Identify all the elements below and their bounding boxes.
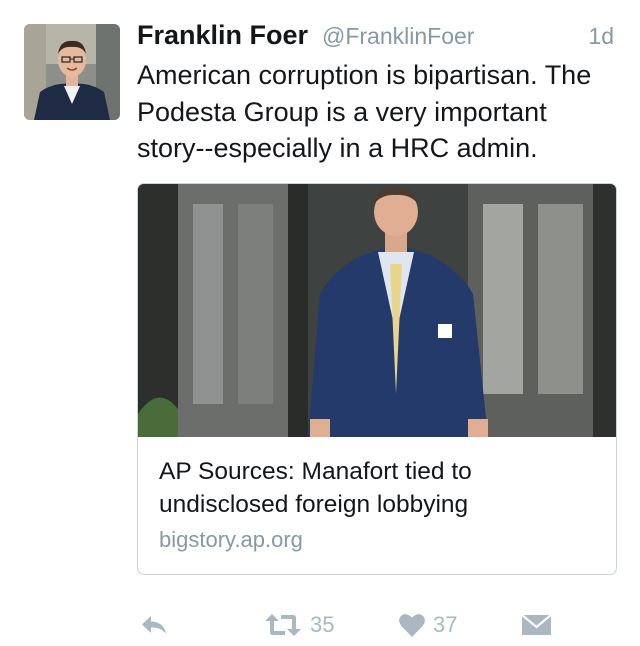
timestamp[interactable]: 1d xyxy=(588,23,614,50)
author-name[interactable]: Franklin Foer xyxy=(137,20,308,51)
author-handle[interactable]: @FranklinFoer xyxy=(322,23,474,50)
tweet-header: Franklin Foer @FranklinFoer 1d xyxy=(137,18,617,58)
avatar-photo xyxy=(24,24,120,120)
like-count: 37 xyxy=(433,612,458,637)
news-photo xyxy=(138,184,616,437)
heart-icon xyxy=(399,614,425,637)
envelope-icon xyxy=(521,614,552,635)
retweet-icon xyxy=(265,614,301,636)
direct-message-button[interactable] xyxy=(521,605,552,645)
reply-button[interactable] xyxy=(139,605,169,645)
card-domain[interactable]: bigstory.ap.org xyxy=(159,527,303,553)
card-title[interactable]: AP Sources: Manafort tied to undisclosed… xyxy=(159,455,599,521)
retweet-count: 35 xyxy=(310,612,335,637)
link-card[interactable]: AP Sources: Manafort tied to undisclosed… xyxy=(137,183,617,575)
tweet-text: American corruption is bipartisan. The P… xyxy=(137,60,592,163)
like-button[interactable]: 37 xyxy=(398,605,457,645)
reply-icon xyxy=(142,616,166,634)
tweet-actions: 35 37 xyxy=(0,605,640,645)
retweet-button[interactable]: 35 xyxy=(263,605,334,645)
author-avatar[interactable] xyxy=(24,24,120,120)
card-image xyxy=(138,184,616,437)
